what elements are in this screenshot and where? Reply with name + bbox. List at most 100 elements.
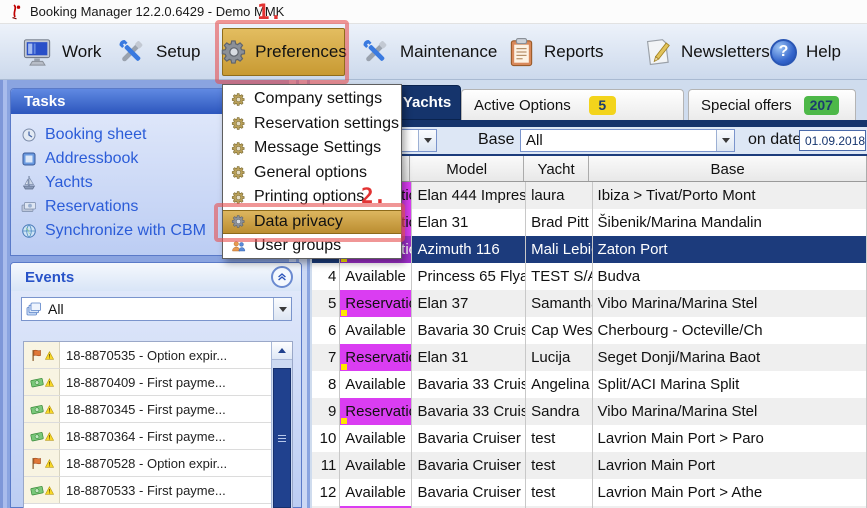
- events-filter-value: All: [48, 301, 64, 317]
- reports-label: Reports: [544, 42, 604, 61]
- events-panel-header: Events: [11, 263, 301, 291]
- warning-icon: [44, 350, 54, 360]
- event-label: 18-8870345 - First payme...: [66, 402, 226, 417]
- yacht-cell: TEST S/A: [526, 263, 593, 290]
- scroll-up-button[interactable]: [272, 342, 292, 360]
- reservations-icon: [21, 202, 36, 212]
- work-button[interactable]: Work: [16, 28, 107, 76]
- base-cell: Seget Donji/Marina Baot: [593, 344, 867, 371]
- app-logo-icon: [12, 3, 21, 19]
- yacht-cell: test: [526, 425, 593, 452]
- tab-yachts[interactable]: Yachts: [393, 85, 461, 120]
- event-list-item[interactable]: 18-8870409 - First payme...: [24, 369, 271, 396]
- status-cell: Available: [340, 317, 413, 344]
- events-rows: 18-8870535 - Option expir... 18-8870409 …: [24, 342, 271, 504]
- task-label: Synchronize with CBM: [45, 222, 206, 239]
- menu-item-label: Printing options: [254, 188, 365, 206]
- menu-item-general-options[interactable]: General options: [223, 161, 401, 186]
- scrollbar-thumb[interactable]: [273, 368, 291, 508]
- event-label: 18-8870535 - Option expir...: [66, 348, 228, 363]
- gear-icon: [231, 191, 245, 204]
- payment-money-icon: [29, 377, 44, 387]
- warning-icon: [44, 377, 54, 387]
- event-label: 18-8870409 - First payme...: [66, 375, 226, 390]
- maintenance-button[interactable]: Maintenance: [354, 28, 503, 76]
- caret-down-icon: [423, 138, 432, 143]
- base-dropdown[interactable]: All: [520, 129, 735, 152]
- titlebar: Booking Manager 12.2.0.6429 - Demo MMK: [0, 0, 867, 24]
- help-button[interactable]: ? Help: [764, 28, 847, 76]
- option-flag-icon: [31, 349, 41, 361]
- events-title: Events: [25, 269, 75, 286]
- row-number: 9: [312, 398, 341, 425]
- base-cell: Vibo Marina/Marina Stel: [593, 398, 867, 425]
- base-label: Base: [478, 131, 515, 148]
- event-list-item[interactable]: 18-8870364 - First payme...: [24, 423, 271, 450]
- event-icon-cell: [24, 477, 60, 503]
- menu-item-reservation-settings[interactable]: Reservation settings: [223, 112, 401, 137]
- preferences-button[interactable]: Preferences: [221, 28, 347, 76]
- event-list-item[interactable]: 18-8870528 - Option expir...: [24, 450, 271, 477]
- table-row[interactable]: 11 Available Bavaria Cruiser 40 test Lav…: [312, 452, 867, 479]
- table-row[interactable]: 5 Reservation Elan 37 Samantha Vibo Mari…: [312, 290, 867, 317]
- event-label: 18-8870364 - First payme...: [66, 429, 226, 444]
- collapse-panel-button[interactable]: [271, 266, 293, 288]
- row-number: 5: [312, 290, 341, 317]
- events-scrollbar[interactable]: [271, 342, 292, 508]
- payment-money-icon: [29, 431, 44, 441]
- table-row[interactable]: 4 Available Princess 65 Flya TEST S/A Bu…: [312, 263, 867, 290]
- table-row[interactable]: 10 Available Bavaria Cruiser 40 test Lav…: [312, 425, 867, 452]
- table-row[interactable]: 8 Available Bavaria 33 Cruiser Angelina …: [312, 371, 867, 398]
- warning-icon: [44, 431, 54, 441]
- help-label: Help: [806, 42, 841, 61]
- task-label: Yachts: [45, 174, 93, 191]
- menu-item-label: Company settings: [254, 90, 383, 108]
- status-cell: Available: [340, 452, 413, 479]
- status-cell: Available: [340, 425, 413, 452]
- payment-money-icon: [29, 485, 44, 495]
- events-filter-dropdown[interactable]: All: [21, 297, 292, 321]
- row-number: 6: [312, 317, 341, 344]
- reports-button[interactable]: Reports: [502, 28, 610, 76]
- menu-item-company-settings[interactable]: Company settings: [223, 87, 401, 112]
- table-row[interactable]: 9 Reservation Bavaria 33 Cruiser Sandra …: [312, 398, 867, 425]
- tab-active-options[interactable]: Active Options 5: [461, 89, 684, 120]
- event-list-item[interactable]: 18-8870345 - First payme...: [24, 396, 271, 423]
- menu-item-message-settings[interactable]: Message Settings: [223, 136, 401, 161]
- base-cell: Split/ACI Marina Split: [593, 371, 867, 398]
- tab-special-offers[interactable]: Special offers 207: [688, 89, 856, 120]
- col-header-model[interactable]: Model: [410, 156, 524, 181]
- work-label: Work: [62, 42, 102, 61]
- table-row[interactable]: 6 Available Bavaria 30 Cruiser Cap West …: [312, 317, 867, 344]
- dropdown-arrow-button[interactable]: [418, 130, 436, 151]
- user-groups-icon: [232, 241, 246, 251]
- col-header-base[interactable]: Base: [589, 156, 867, 181]
- table-row[interactable]: 7 Reservation Elan 31 Lucija Seget Donji…: [312, 344, 867, 371]
- menu-item-printing-options[interactable]: Printing options: [223, 185, 401, 210]
- table-row[interactable]: 12 Available Bavaria Cruiser 40 test Lav…: [312, 479, 867, 506]
- caret-down-icon: [278, 306, 287, 312]
- event-list-item[interactable]: 18-8870533 - First payme...: [24, 477, 271, 504]
- event-icon-cell: [24, 423, 60, 449]
- event-icon-cell: [24, 450, 60, 476]
- booking-sheet-icon: [22, 128, 36, 142]
- main-toolbar: Work Setup Preferences Maintenance Repor…: [0, 24, 867, 80]
- dropdown-arrow-button[interactable]: [273, 298, 291, 320]
- yacht-cell: Brad Pitt: [526, 209, 593, 236]
- newsletters-button[interactable]: Newsletters: [636, 28, 776, 76]
- menu-item-user-groups[interactable]: User groups: [223, 234, 401, 259]
- dropdown-arrow-button[interactable]: [716, 130, 734, 151]
- warning-icon: [44, 458, 54, 468]
- col-header-yacht[interactable]: Yacht: [524, 156, 590, 181]
- active-options-count-badge: 5: [588, 95, 616, 115]
- date-input[interactable]: 01.09.2018: [799, 130, 866, 151]
- model-cell: Bavaria Cruiser 40: [412, 425, 527, 452]
- tools-icon: [119, 40, 143, 62]
- monitor-icon: [23, 39, 51, 66]
- menu-item-data-privacy[interactable]: Data privacy: [223, 209, 401, 234]
- task-label: Addressbook: [45, 150, 139, 167]
- tab-label: Special offers: [701, 96, 792, 114]
- setup-label: Setup: [156, 42, 201, 61]
- setup-button[interactable]: Setup: [110, 28, 206, 76]
- event-list-item[interactable]: 18-8870535 - Option expir...: [24, 342, 271, 369]
